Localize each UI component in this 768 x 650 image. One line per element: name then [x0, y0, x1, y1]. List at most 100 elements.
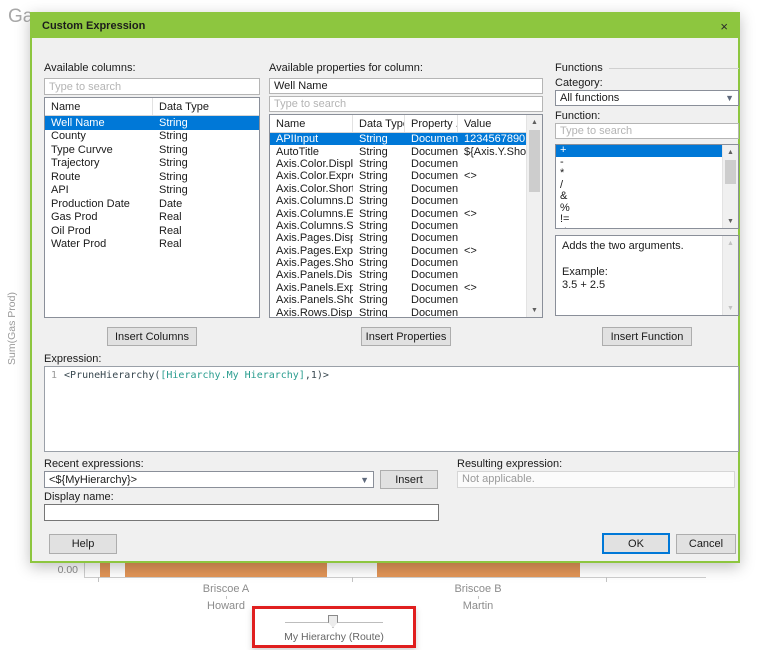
table-row[interactable]: Water Prod Real: [45, 238, 259, 252]
category-sub-tick: [477, 596, 479, 599]
table-row[interactable]: Axis.Pages.Displ... String Document: [270, 232, 526, 244]
functions-list[interactable]: +-*/&%!=< ▲ ▼: [555, 144, 739, 229]
table-cell: <>: [464, 244, 477, 257]
table-cell: API: [51, 184, 69, 197]
scroll-up-icon[interactable]: ▲: [527, 115, 542, 129]
table-row[interactable]: Axis.Pages.Expr... String Document <>: [270, 245, 526, 257]
table-row[interactable]: AutoTitle String Document ${Axis.Y.ShortDi.…: [270, 145, 526, 158]
table-cell: Well Name: [51, 116, 105, 129]
y-axis-title: Sum(Gas Prod): [6, 292, 18, 365]
columns-list-header[interactable]: Name Data Type: [45, 98, 259, 116]
columns-list[interactable]: Name Data Type Well Name String County Stri…: [44, 97, 260, 318]
recent-expressions-dropdown[interactable]: <${MyHierarchy}> ▼: [44, 471, 374, 488]
table-cell: Axis.Panels.Expr...: [276, 281, 353, 294]
function-list-item[interactable]: %: [556, 203, 722, 215]
properties-scrollbar[interactable]: ▲ ▼: [526, 115, 542, 317]
function-label: Function:: [555, 110, 601, 122]
cancel-button[interactable]: Cancel: [676, 534, 736, 554]
table-cell: <>: [464, 207, 477, 220]
insert-recent-button[interactable]: Insert: [380, 470, 438, 489]
recent-expressions-label: Recent expressions:: [44, 458, 144, 470]
table-cell: Type Curvve: [51, 143, 113, 156]
table-row[interactable]: Axis.Color.Expre... String Document <>: [270, 170, 526, 182]
table-cell: Axis.Color.Expre...: [276, 170, 353, 183]
insert-function-button[interactable]: Insert Function: [602, 327, 692, 346]
table-cell: Route: [51, 170, 81, 183]
expression-editor[interactable]: 1 <PruneHierarchy([Hierarchy.My Hierarchy…: [44, 366, 739, 452]
group-rule: [608, 67, 739, 69]
scroll-down-icon[interactable]: ▼: [723, 214, 738, 228]
functions-group-header: Functions: [555, 62, 739, 74]
table-cell: String: [359, 157, 388, 170]
properties-search-input[interactable]: [269, 96, 543, 112]
description-line: Adds the two arguments.: [562, 240, 684, 252]
scroll-up-icon[interactable]: ▲: [723, 145, 738, 159]
table-row[interactable]: Axis.Color.Displa... String Document: [270, 158, 526, 170]
table-row[interactable]: Axis.Columns.Dis... String Document: [270, 195, 526, 207]
display-name-input[interactable]: [44, 504, 439, 521]
scrollbar-thumb[interactable]: [529, 130, 540, 192]
function-list-item[interactable]: /: [556, 180, 722, 192]
function-list-item[interactable]: <: [556, 226, 722, 229]
prop-header-property[interactable]: Property ...: [405, 115, 458, 132]
table-cell: Document: [411, 182, 458, 195]
table-cell: Document: [411, 195, 458, 208]
table-row[interactable]: Axis.Color.Short... String Document: [270, 183, 526, 195]
bar-briscoe-b[interactable]: [377, 563, 580, 577]
table-row[interactable]: API String: [45, 184, 259, 198]
table-row[interactable]: Trajectory String: [45, 157, 259, 171]
properties-table-header[interactable]: Name Data Type Property ... Value: [270, 115, 526, 133]
function-list-item[interactable]: !=: [556, 214, 722, 226]
properties-table[interactable]: Name Data Type Property ... Value APIInp…: [269, 114, 543, 318]
table-cell: APIInput: [276, 133, 319, 146]
prop-header-name[interactable]: Name: [270, 115, 353, 132]
prop-header-value[interactable]: Value: [458, 115, 526, 132]
table-cell: Document: [411, 257, 458, 270]
ok-button[interactable]: OK: [602, 533, 670, 554]
close-icon[interactable]: ×: [720, 20, 728, 33]
insert-properties-button[interactable]: Insert Properties: [361, 327, 451, 346]
table-row[interactable]: Axis.Panels.Displ... String Document: [270, 269, 526, 281]
description-scrollbar[interactable]: ▲ ▼: [722, 236, 738, 315]
functions-group-label: Functions: [555, 62, 603, 74]
table-row[interactable]: Axis.Columns.Sh... String Document: [270, 220, 526, 232]
table-row[interactable]: Type Curvve String: [45, 143, 259, 157]
insert-columns-button[interactable]: Insert Columns: [107, 327, 197, 346]
properties-table-body: APIInputStringDocument1234567890123...Au…: [270, 133, 526, 317]
table-row[interactable]: Axis.Panels.Shor... String Document: [270, 294, 526, 306]
table-row[interactable]: Axis.Pages.Short... String Document: [270, 257, 526, 269]
table-row[interactable]: Well Name String: [45, 116, 259, 130]
scrollbar-thumb[interactable]: [725, 160, 736, 184]
table-row[interactable]: APIInput String Document 1234567890123...: [270, 133, 526, 146]
functions-scrollbar[interactable]: ▲ ▼: [722, 145, 738, 228]
prop-header-datatype[interactable]: Data Type: [353, 115, 405, 132]
function-list-item[interactable]: &: [556, 191, 722, 203]
hierarchy-slider-panel[interactable]: My Hierarchy (Route): [252, 606, 416, 648]
hierarchy-slider-handle[interactable]: [328, 615, 338, 628]
bar-segment[interactable]: [100, 563, 110, 577]
function-list-item[interactable]: *: [556, 168, 722, 180]
function-search-input[interactable]: [555, 123, 739, 139]
scroll-down-icon: ▼: [727, 304, 734, 312]
table-cell: Date: [159, 197, 183, 210]
function-list-item[interactable]: +: [556, 145, 722, 157]
x-axis-category[interactable]: Briscoe B Martin: [393, 583, 563, 612]
table-row[interactable]: Production Date Date: [45, 197, 259, 211]
bar-briscoe-a[interactable]: [125, 563, 327, 577]
dialog-titlebar[interactable]: Custom Expression ×: [32, 14, 738, 38]
table-row[interactable]: Gas Prod Real: [45, 211, 259, 225]
table-row[interactable]: Axis.Panels.Expr... String Document <>: [270, 282, 526, 294]
columns-search-input[interactable]: [44, 78, 260, 95]
help-button[interactable]: Help: [49, 534, 117, 554]
table-row[interactable]: County String: [45, 130, 259, 144]
table-row[interactable]: Route String: [45, 170, 259, 184]
table-cell: String: [359, 207, 388, 220]
table-row[interactable]: Axis.Rows.Displ... String Document: [270, 306, 526, 317]
table-row[interactable]: Oil Prod Real: [45, 224, 259, 238]
table-row[interactable]: Axis.Columns.Ex... String Document <>: [270, 207, 526, 220]
scroll-down-icon[interactable]: ▼: [527, 303, 542, 317]
category-dropdown[interactable]: All functions ▼: [555, 90, 739, 106]
column-header-name[interactable]: Name: [45, 98, 153, 115]
function-list-item[interactable]: -: [556, 157, 722, 169]
column-header-datatype[interactable]: Data Type: [153, 98, 259, 115]
